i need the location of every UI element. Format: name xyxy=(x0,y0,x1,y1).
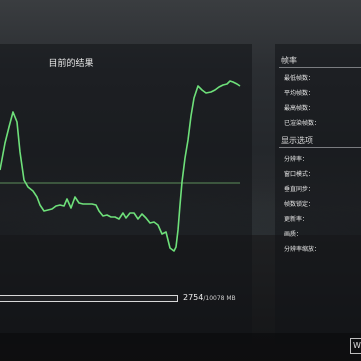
memory-total: /10078 MB xyxy=(203,295,236,302)
framerate-min: 最低帧数： xyxy=(284,75,315,82)
framerate-max: 最高帧数： xyxy=(284,105,315,112)
framerate-divider xyxy=(279,67,361,68)
display-vsync: 垂直同步： xyxy=(284,186,315,193)
display-divider xyxy=(279,147,361,148)
key-prompt[interactable]: W xyxy=(350,338,361,354)
display-options-header: 显示选项 xyxy=(281,136,313,145)
bottom-bar xyxy=(0,333,361,361)
memory-readout: 2754/10078 MB xyxy=(183,293,236,302)
memory-used: 2754 xyxy=(183,293,204,302)
framerate-header: 帧率 xyxy=(281,56,297,65)
display-resolution: 分辨率： xyxy=(284,156,309,163)
display-frame-lock: 帧数锁定： xyxy=(284,201,315,208)
memory-usage: 2754/10078 MB xyxy=(0,292,252,306)
framerate-rendered: 已渲染帧数： xyxy=(284,120,321,127)
memory-bar xyxy=(0,295,178,302)
graph-line xyxy=(0,80,241,252)
framerate-avg: 平均帧数： xyxy=(284,90,315,97)
display-refresh-rate: 更新率： xyxy=(284,216,309,223)
display-window-mode: 窗口模式： xyxy=(284,171,315,178)
display-resolution-scale: 分辨率缩放： xyxy=(284,246,321,253)
display-quality: 画质： xyxy=(284,231,303,238)
